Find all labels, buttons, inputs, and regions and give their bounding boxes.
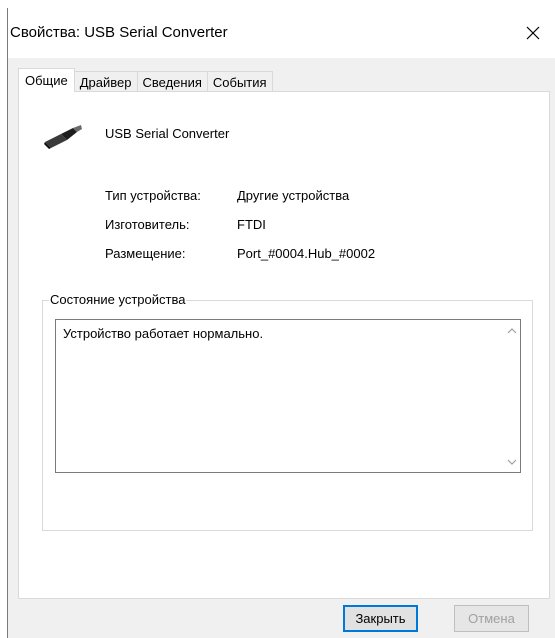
manufacturer-value: FTDI: [237, 217, 266, 232]
scroll-up-button[interactable]: [503, 322, 520, 339]
device-status-group-title: Состояние устройства: [49, 292, 187, 307]
general-tab-panel: USB Serial Converter Тип устройства: Дру…: [18, 91, 550, 599]
chevron-up-icon: [507, 327, 516, 333]
device-status-textbox[interactable]: Устройство работает нормально.: [55, 319, 521, 473]
device-type-label: Тип устройства:: [105, 188, 201, 203]
scroll-down-button[interactable]: [503, 453, 520, 470]
title-bar[interactable]: Свойства: USB Serial Converter: [8, 8, 555, 58]
device-name: USB Serial Converter: [105, 126, 230, 141]
tab-events[interactable]: События: [206, 71, 273, 92]
tab-details[interactable]: Сведения: [136, 71, 208, 92]
device-status-group: Состояние устройства Устройство работает…: [42, 292, 533, 531]
close-window-button[interactable]: [510, 8, 555, 58]
tab-label: Общие: [25, 73, 68, 88]
tab-strip: Общие Драйвер Сведения События: [18, 68, 273, 92]
properties-dialog: Свойства: USB Serial Converter Общие Дра…: [7, 8, 555, 638]
location-label: Размещение:: [105, 246, 186, 261]
device-status-text: Устройство работает нормально.: [63, 326, 264, 341]
close-icon: [526, 26, 540, 40]
close-button[interactable]: Закрыть: [343, 605, 418, 632]
tab-label: Драйвер: [79, 74, 132, 90]
chevron-down-icon: [507, 459, 516, 465]
tab-general[interactable]: Общие: [18, 68, 75, 92]
cancel-button[interactable]: Отмена: [454, 605, 529, 632]
manufacturer-label: Изготовитель:: [105, 217, 190, 232]
usb-plug-icon: [44, 125, 82, 149]
tab-label: Сведения: [142, 74, 202, 90]
tab-label: События: [212, 74, 267, 90]
window-title: Свойства: USB Serial Converter: [10, 24, 228, 41]
location-value: Port_#0004.Hub_#0002: [237, 246, 376, 261]
background-edge: [0, 0, 7, 638]
status-scrollbar[interactable]: [503, 320, 520, 472]
device-type-value: Другие устройства: [237, 188, 350, 203]
tab-driver[interactable]: Драйвер: [73, 71, 138, 92]
